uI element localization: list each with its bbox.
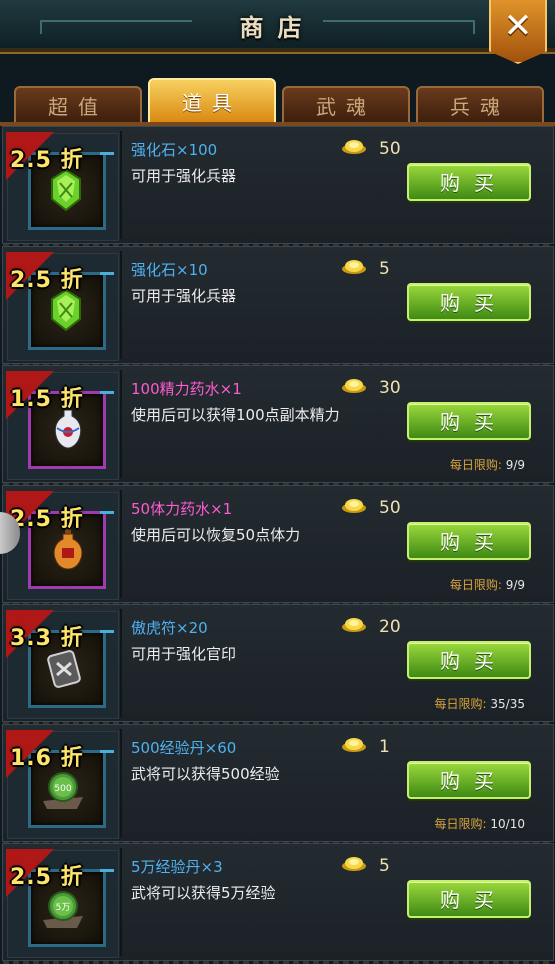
shop-item-row: 3.3 折 傲虎符×20 可用于强化官印 20 购买 每日限购: 35/35: [2, 604, 554, 725]
shop-item-row: 2.5 折 强化石×100 可用于强化兵器 50 购买: [2, 126, 554, 247]
item-icon-slot[interactable]: 2.5 折: [6, 251, 119, 361]
daily-limit: 每日限购: 9/9: [449, 458, 525, 472]
daily-limit: 每日限购: 35/35: [434, 697, 525, 711]
gold-ingot-icon: [342, 379, 366, 393]
discount-badge: 2.5 折: [10, 506, 84, 532]
divider: [120, 728, 122, 837]
item-description: 可用于强化兵器: [131, 167, 237, 185]
tab-bar: 超值 道具 武魂 兵魂: [14, 78, 544, 124]
item-description: 武将可以获得5万经验: [131, 884, 276, 902]
item-description: 可用于强化官印: [131, 645, 237, 663]
discount-badge: 3.3 折: [10, 626, 84, 651]
tab-binghun[interactable]: 兵魂: [416, 86, 544, 124]
divider: [120, 489, 122, 598]
discount-badge: 1.5 折: [10, 387, 84, 412]
gold-ingot-icon: [342, 498, 366, 513]
discount-dash: [100, 869, 114, 872]
item-price: 50: [379, 497, 401, 518]
item-price: 50: [379, 139, 401, 159]
divider: [120, 250, 122, 359]
title-bar: 商店: [0, 0, 555, 54]
svg-text:500: 500: [54, 784, 71, 794]
tab-wuhun[interactable]: 武魂: [282, 86, 410, 124]
item-description: 可用于强化兵器: [131, 286, 237, 305]
discount-badge: 2.5 折: [10, 865, 84, 890]
item-price: 20: [379, 617, 401, 637]
discount-dash: [100, 749, 114, 753]
item-description: 使用后可以恢复50点体力: [131, 525, 301, 544]
item-name: 强化石×10: [131, 260, 208, 279]
shop-item-row: 1.5 折 100精力药水×1 使用后可以获得100点副本精力 30 购买 每日…: [2, 365, 554, 486]
buy-button[interactable]: 购买: [407, 521, 531, 560]
discount-dash: [100, 510, 114, 514]
item-description: 使用后可以获得100点副本精力: [131, 406, 340, 424]
tab-daoju[interactable]: 道具: [148, 78, 276, 124]
item-price: 30: [379, 378, 401, 398]
item-icon-slot[interactable]: 5万 2.5 折: [6, 849, 119, 958]
item-icon-slot[interactable]: 2.5 折: [6, 132, 119, 241]
item-icon-slot[interactable]: 3.3 折: [6, 610, 119, 719]
close-icon: ✕: [503, 6, 533, 46]
buy-button[interactable]: 购买: [407, 880, 531, 918]
shop-item-row: 2.5 折 50体力药水×1 使用后可以恢复50点体力 50 购买 每日限购: …: [2, 484, 554, 606]
divider: [120, 609, 122, 717]
discount-dash: [100, 152, 114, 155]
discount-dash: [100, 271, 114, 275]
item-name: 强化石×100: [131, 141, 218, 159]
item-icon-slot[interactable]: 1.5 折: [6, 371, 119, 480]
svg-text:5万: 5万: [56, 903, 71, 913]
gold-ingot-icon: [342, 140, 366, 154]
discount-badge: 2.5 折: [10, 148, 84, 173]
item-description: 武将可以获得500经验: [131, 764, 280, 783]
divider: [120, 848, 122, 956]
item-name: 500经验丹×60: [131, 738, 237, 757]
item-price: 5: [379, 856, 390, 876]
divider: [120, 131, 122, 239]
item-price: 5: [379, 258, 390, 279]
buy-button[interactable]: 购买: [407, 760, 531, 799]
item-price: 1: [379, 736, 390, 757]
gold-ingot-icon: [342, 857, 366, 871]
gold-ingot-icon: [342, 618, 366, 632]
item-name: 50体力药水×1: [131, 499, 233, 518]
buy-button[interactable]: 购买: [407, 282, 531, 321]
tab-chaozhi[interactable]: 超值: [14, 86, 142, 124]
item-name: 100精力药水×1: [131, 380, 242, 398]
divider: [120, 370, 122, 478]
close-button[interactable]: ✕: [489, 0, 547, 64]
shop-item-row: 500 1.6 折 500经验丹×60 武将可以获得500经验 1 购买 每日限…: [2, 723, 554, 845]
item-name: 5万经验丹×3: [131, 858, 223, 876]
daily-limit: 每日限购: 10/10: [434, 816, 525, 831]
item-name: 傲虎符×20: [131, 619, 208, 637]
gold-ingot-icon: [342, 259, 366, 274]
discount-badge: 2.5 折: [10, 267, 84, 293]
discount-dash: [100, 391, 114, 394]
buy-button[interactable]: 购买: [407, 641, 531, 679]
gold-ingot-icon: [342, 737, 366, 752]
daily-limit: 每日限购: 9/9: [449, 577, 525, 592]
discount-badge: 1.6 折: [10, 745, 84, 771]
item-icon-slot[interactable]: 2.5 折: [6, 490, 119, 600]
item-icon-slot[interactable]: 500 1.6 折: [6, 729, 119, 839]
shop-item-row: 5万 2.5 折 5万经验丹×3 武将可以获得5万经验 5 购买: [2, 843, 554, 964]
buy-button[interactable]: 购买: [407, 402, 531, 440]
discount-dash: [100, 630, 114, 633]
shop-item-row: 2.5 折 强化石×10 可用于强化兵器 5 购买: [2, 245, 554, 367]
buy-button[interactable]: 购买: [407, 163, 531, 201]
page-title: 商店: [239, 14, 316, 42]
